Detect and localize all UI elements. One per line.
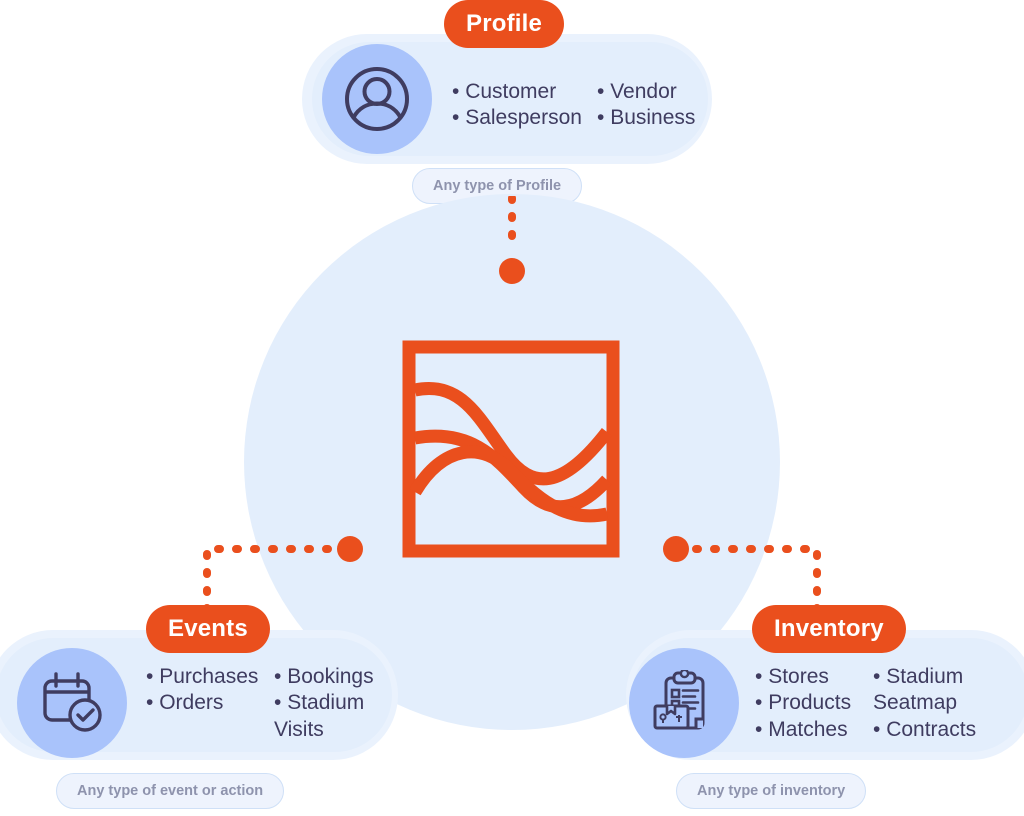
inventory-caption-pill: Any type of inventory <box>676 773 867 809</box>
calendar-check-icon <box>43 672 102 732</box>
list-item: • Business <box>597 106 696 130</box>
events-icon-disc <box>17 648 127 758</box>
list-item: • Salesperson <box>452 106 582 130</box>
connector-node-events <box>337 536 363 562</box>
profile-bullet-columns: • Customer • Salesperson • Vendor • Busi… <box>452 79 717 132</box>
list-item: • Purchases <box>146 665 259 688</box>
events-caption-pill: Any type of event or action <box>56 773 285 809</box>
center-logo <box>402 340 620 558</box>
events-badge[interactable]: Events <box>146 605 270 653</box>
profile-column-1: • Customer • Salesperson <box>452 79 597 132</box>
list-item: • Customer <box>452 80 557 103</box>
inventory-column-1: • Stores • Products • Matches <box>755 664 873 743</box>
list-item: • Contracts <box>873 717 977 741</box>
list-item: • Products <box>755 691 852 715</box>
inventory-badge[interactable]: Inventory <box>752 605 906 653</box>
diagram-canvas: • Customer • Salesperson • Vendor • Busi… <box>0 0 1024 816</box>
connector-node-profile <box>499 258 525 284</box>
list-item: • Stadium Seatmap <box>873 665 964 715</box>
list-item: • Stadium Visits <box>274 691 365 741</box>
user-avatar-icon <box>345 67 409 131</box>
profile-column-2: • Vendor • Business <box>597 79 717 132</box>
clipboard-box-icon <box>653 670 705 730</box>
events-column-2: • Bookings • Stadium Visits <box>274 664 390 743</box>
events-column-1: • Purchases • Orders <box>146 664 274 743</box>
list-item: • Vendor <box>597 80 677 103</box>
list-item: • Stores <box>755 665 829 688</box>
list-item: • Matches <box>755 717 848 741</box>
inventory-icon-disc <box>629 648 739 758</box>
profile-badge[interactable]: Profile <box>444 0 565 48</box>
inventory-bullet-columns: • Stores • Products • Matches • Stadium … <box>755 664 997 743</box>
list-item: • Orders <box>146 691 224 715</box>
list-item: • Bookings <box>274 665 374 688</box>
data-waves-square-logo <box>402 340 620 558</box>
profile-icon-disc <box>322 44 432 154</box>
events-bullet-columns: • Purchases • Orders • Bookings • Stadiu… <box>146 664 390 743</box>
connector-node-inventory <box>663 536 689 562</box>
inventory-column-2: • Stadium Seatmap • Contracts <box>873 664 997 743</box>
